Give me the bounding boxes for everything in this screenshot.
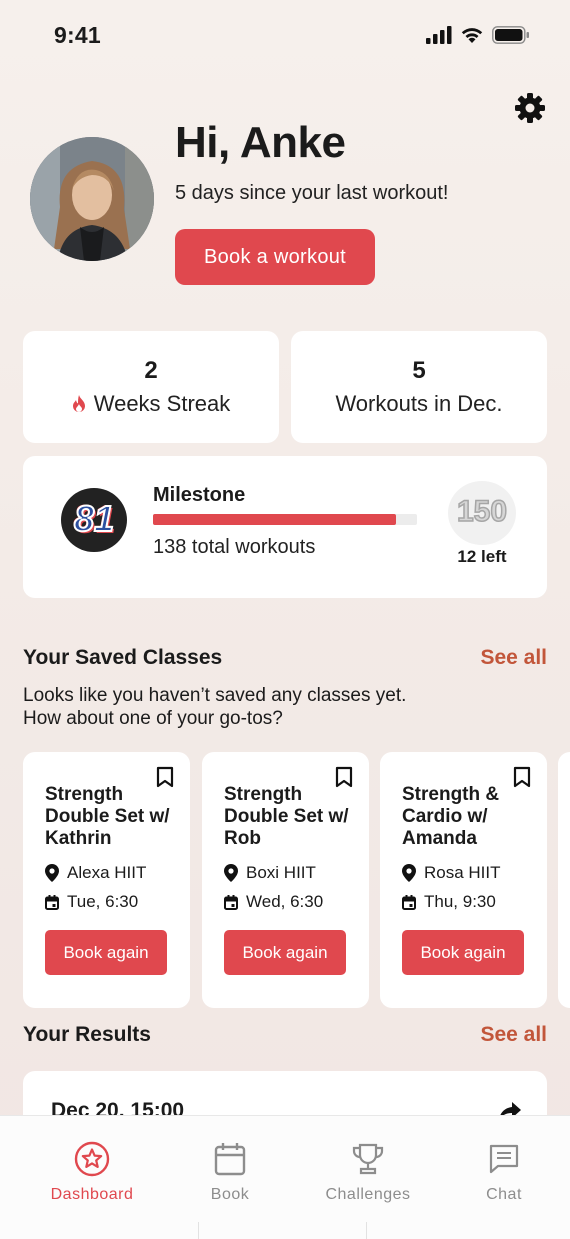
book-again-button[interactable]: Book again (402, 930, 524, 975)
star-badge-icon (73, 1140, 111, 1178)
saved-classes-description: Looks like you haven’t saved any classes… (23, 685, 407, 729)
current-milestone-badge: 81 (61, 488, 127, 552)
milestone-total: 138 total workouts (153, 536, 316, 558)
milestone-remaining: 12 left (457, 547, 507, 566)
tab-label: Challenges (325, 1186, 411, 1203)
workouts-month-label: Workouts in Dec. (335, 391, 503, 416)
class-card[interactable]: Strength Double Set w/ Rob Boxi HIIT Wed… (202, 752, 369, 1008)
class-location-row: Alexa HIIT (45, 863, 146, 883)
bookmark-icon[interactable] (512, 766, 532, 788)
greeting-heading: Hi, Anke (175, 118, 346, 167)
bookmark-icon[interactable] (155, 766, 175, 788)
tab-challenges[interactable]: Challenges (305, 1116, 431, 1239)
calendar-icon (224, 894, 238, 910)
greeting-subtitle: 5 days since your last workout! (175, 182, 449, 204)
class-location-row: Boxi HIIT (224, 863, 316, 883)
class-title: Strength & Cardio w/ Amanda (402, 784, 500, 849)
streak-card: 2 Weeks Streak (23, 331, 279, 443)
location-pin-icon (45, 864, 59, 882)
calendar-icon (45, 894, 59, 910)
class-time: Tue, 6:30 (67, 892, 139, 911)
bookmark-icon[interactable] (334, 766, 354, 788)
class-card-peek[interactable] (558, 752, 570, 1008)
status-icons (426, 26, 530, 44)
location-pin-icon (402, 864, 416, 882)
tab-book[interactable]: Book (180, 1116, 280, 1239)
class-title: Strength Double Set w/ Rob (224, 784, 349, 849)
book-again-button[interactable]: Book again (45, 930, 167, 975)
battery-icon (492, 26, 529, 44)
class-time: Thu, 9:30 (424, 892, 496, 911)
tab-label: Book (210, 1186, 250, 1203)
trophy-icon (349, 1140, 387, 1178)
class-time: Wed, 6:30 (246, 892, 324, 911)
tab-label: Chat (486, 1186, 522, 1203)
saved-classes-title: Your Saved Classes (23, 646, 223, 669)
class-location: Alexa HIIT (67, 863, 147, 882)
class-location: Rosa HIIT (424, 863, 501, 882)
class-title: Strength Double Set w/ Kathrin (45, 784, 170, 849)
results-title: Your Results (23, 1023, 151, 1046)
streak-value: 2 (144, 357, 158, 384)
target-milestone-number: 150 (456, 494, 508, 529)
milestone-card[interactable]: 81 Milestone 138 total workouts 150 12 l… (23, 456, 547, 598)
wifi-icon (461, 28, 483, 43)
bottom-tab-bar: Dashboard Book Challenges Chat (0, 1115, 570, 1239)
class-time-row: Thu, 9:30 (402, 892, 496, 912)
streak-label: Weeks Streak (93, 391, 231, 416)
milestone-title: Milestone (153, 484, 246, 506)
class-card[interactable]: Strength & Cardio w/ Amanda Rosa HIIT Th… (380, 752, 547, 1008)
book-workout-button[interactable]: Book a workout (175, 229, 375, 285)
class-time-row: Tue, 6:30 (45, 892, 138, 912)
milestone-progress-bar (153, 514, 417, 525)
results-see-all-link[interactable]: See all (480, 1023, 547, 1047)
chat-icon (485, 1140, 523, 1178)
saved-classes-see-all-link[interactable]: See all (480, 646, 547, 670)
flame-icon (72, 395, 85, 412)
class-card[interactable]: Strength Double Set w/ Kathrin Alexa HII… (23, 752, 190, 1008)
calendar-icon (211, 1140, 249, 1178)
tab-chat[interactable]: Chat (454, 1116, 554, 1239)
signal-icon (426, 26, 452, 44)
tab-label: Dashboard (50, 1186, 134, 1203)
calendar-icon (402, 894, 416, 910)
workouts-month-card: 5 Workouts in Dec. (291, 331, 547, 443)
workouts-month-value: 5 (412, 357, 426, 384)
class-location: Boxi HIIT (246, 863, 316, 882)
status-time: 9:41 (54, 21, 101, 48)
avatar[interactable] (30, 137, 154, 261)
settings-gear-icon[interactable] (514, 92, 546, 124)
book-again-button[interactable]: Book again (224, 930, 346, 975)
location-pin-icon (224, 864, 238, 882)
class-location-row: Rosa HIIT (402, 863, 501, 883)
status-bar: 9:41 (0, 0, 570, 70)
milestone-progress-fill (153, 514, 396, 525)
class-time-row: Wed, 6:30 (224, 892, 323, 912)
avatar-photo (30, 137, 154, 261)
target-milestone-badge: 150 (448, 481, 516, 545)
current-milestone-number: 81 (73, 497, 115, 540)
tab-dashboard[interactable]: Dashboard (22, 1116, 162, 1239)
streak-label-row: Weeks Streak (72, 391, 231, 417)
